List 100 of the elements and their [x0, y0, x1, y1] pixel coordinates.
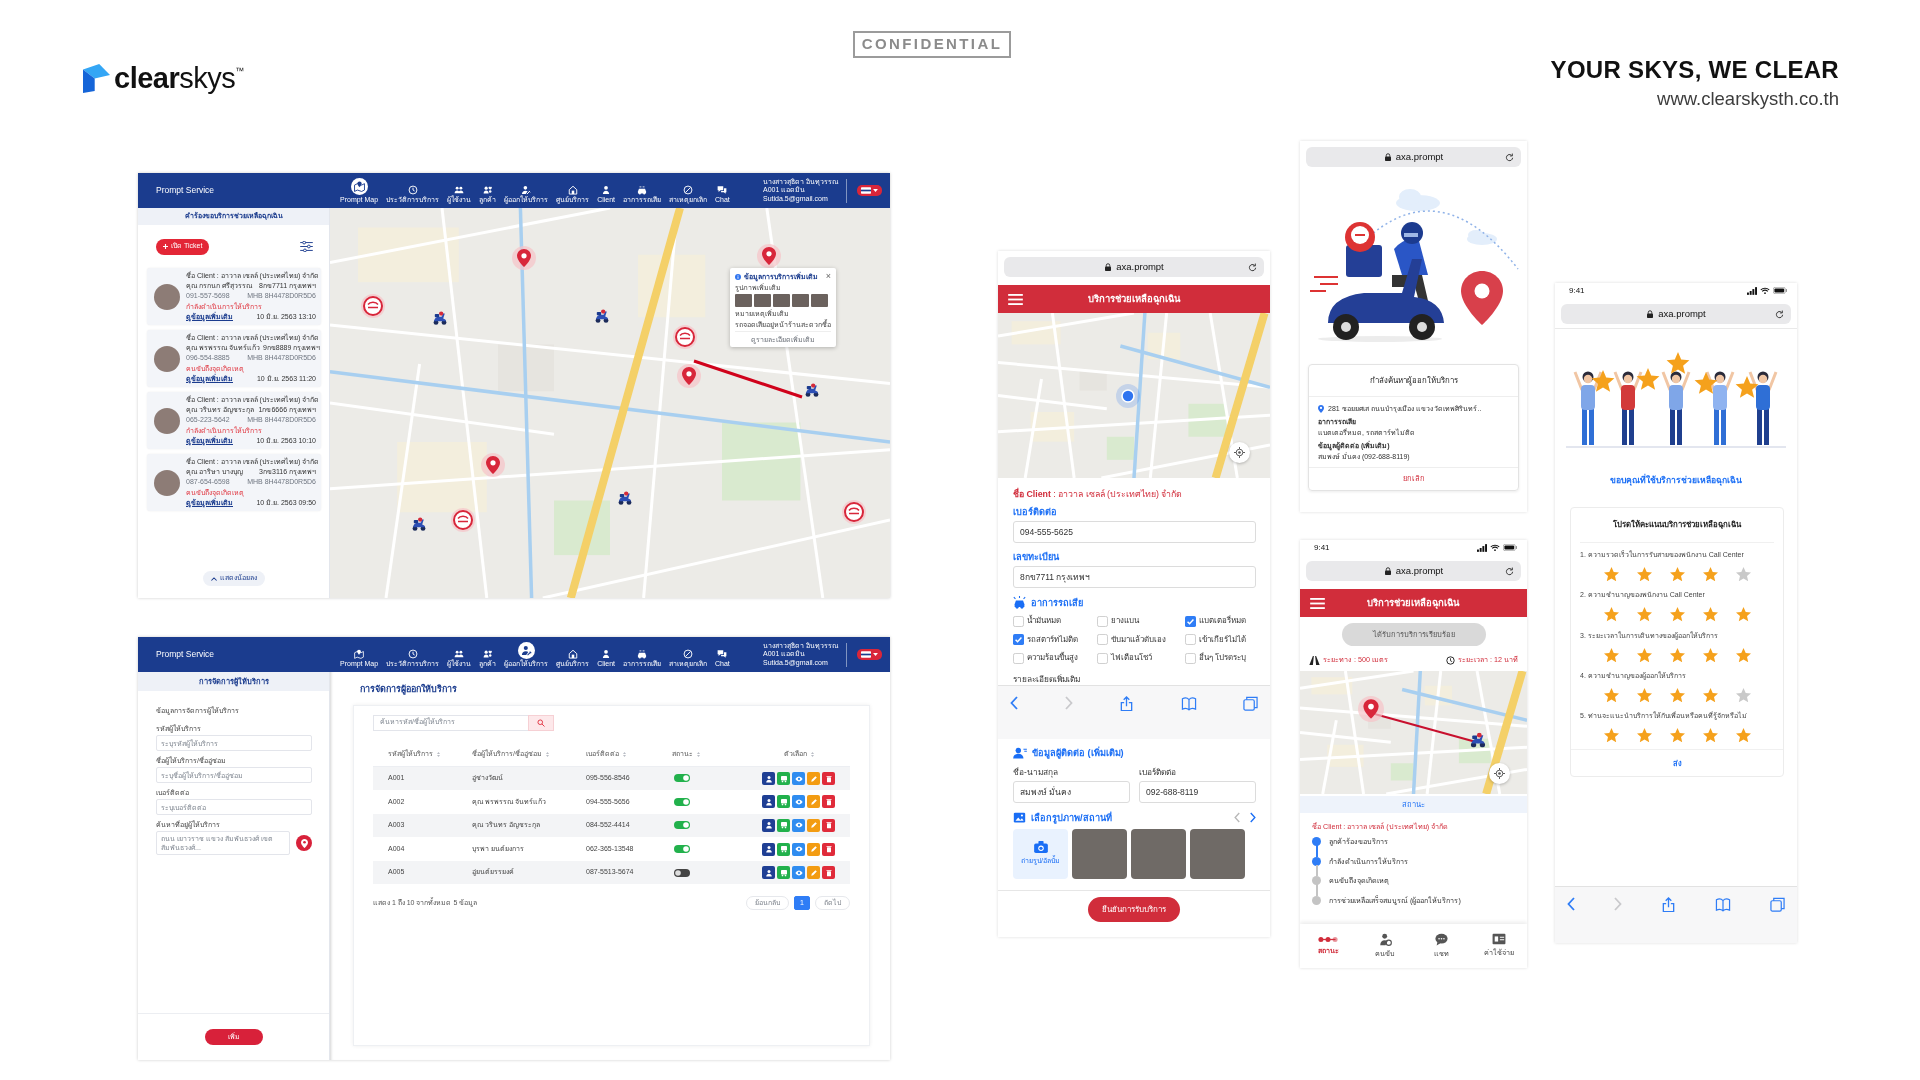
tabs-icon[interactable]: [1243, 696, 1258, 711]
star-icon[interactable]: [1636, 567, 1652, 582]
language-button[interactable]: [857, 185, 882, 196]
sort-icon[interactable]: [697, 751, 700, 757]
star-icon[interactable]: [1669, 607, 1685, 622]
toggle-switch[interactable]: [674, 868, 690, 877]
text-field[interactable]: สมพงษ์ มั่นคง: [1013, 781, 1130, 803]
star-icon[interactable]: [1735, 607, 1751, 622]
text-field[interactable]: 094-555-5625: [1013, 521, 1256, 543]
language-button[interactable]: [857, 649, 882, 660]
view-button[interactable]: [792, 795, 805, 809]
vehicle-icon: [779, 868, 788, 877]
edit-button[interactable]: [807, 866, 820, 880]
view-button[interactable]: [792, 842, 805, 856]
view-button[interactable]: [792, 772, 805, 786]
toggle-switch[interactable]: [674, 774, 690, 783]
star-icon[interactable]: [1702, 728, 1718, 743]
star-icon[interactable]: [1603, 567, 1619, 582]
close-button[interactable]: ×: [822, 272, 831, 281]
share-icon[interactable]: [1661, 897, 1676, 912]
star-icon[interactable]: [1735, 687, 1751, 703]
sort-icon[interactable]: [623, 751, 626, 757]
filter-icon[interactable]: [300, 241, 313, 252]
assign-button[interactable]: [762, 842, 775, 856]
view-button[interactable]: [792, 819, 805, 832]
info-icon: [735, 273, 741, 280]
delete-button[interactable]: [822, 819, 835, 832]
back-icon[interactable]: [1010, 696, 1018, 710]
star-icon[interactable]: [1735, 728, 1751, 743]
star-icon[interactable]: [1669, 647, 1685, 662]
star-icon[interactable]: [1603, 607, 1619, 622]
back-icon[interactable]: [1567, 897, 1575, 911]
bookmarks-icon[interactable]: [1715, 897, 1731, 912]
menu-icon[interactable]: [1008, 293, 1023, 305]
star-icon[interactable]: [1702, 607, 1718, 622]
edit-button[interactable]: [807, 819, 820, 832]
star-icon[interactable]: [1669, 567, 1685, 582]
tabs-icon[interactable]: [1770, 897, 1785, 912]
checkbox[interactable]: [1097, 652, 1108, 664]
edit-button[interactable]: [807, 772, 820, 786]
chevron-right-icon[interactable]: [1250, 812, 1256, 823]
toggle-switch[interactable]: [674, 797, 690, 806]
address-bar[interactable]: axa.prompt: [1004, 257, 1264, 277]
chevron-left-icon[interactable]: [1234, 812, 1240, 823]
star-icon[interactable]: [1636, 647, 1652, 662]
star-icon[interactable]: [1735, 647, 1751, 662]
checkbox[interactable]: [1013, 615, 1024, 627]
share-icon[interactable]: [1119, 696, 1134, 711]
reload-icon[interactable]: [1248, 262, 1257, 272]
menu-icon[interactable]: [1310, 597, 1325, 609]
checkbox[interactable]: [1185, 615, 1196, 627]
star-icon[interactable]: [1636, 607, 1652, 622]
star-icon[interactable]: [1735, 567, 1751, 582]
checkbox[interactable]: [1097, 634, 1108, 645]
reload-icon[interactable]: [1505, 152, 1514, 162]
search-button[interactable]: [528, 714, 554, 731]
sort-icon[interactable]: [810, 751, 814, 757]
assign-button[interactable]: [762, 819, 775, 832]
address-bar[interactable]: axa.prompt: [1306, 561, 1521, 581]
checkbox[interactable]: [1185, 652, 1196, 664]
star-icon[interactable]: [1636, 687, 1652, 703]
star-icon[interactable]: [1669, 687, 1685, 703]
sort-icon[interactable]: [545, 751, 549, 757]
reload-icon[interactable]: [1505, 566, 1514, 576]
delete-button[interactable]: [822, 866, 835, 880]
star-icon[interactable]: [1702, 567, 1718, 582]
view-button[interactable]: [792, 866, 805, 880]
assign-button[interactable]: [762, 795, 775, 809]
toggle-switch[interactable]: [674, 845, 690, 853]
star-icon[interactable]: [1702, 687, 1718, 703]
star-icon[interactable]: [1636, 728, 1652, 743]
star-icon[interactable]: [1603, 687, 1619, 703]
star-icon[interactable]: [1669, 728, 1685, 743]
forward-icon[interactable]: [1614, 897, 1622, 911]
delete-button[interactable]: [822, 795, 835, 809]
location-button[interactable]: [296, 835, 312, 851]
star-icon[interactable]: [1603, 647, 1619, 662]
confirm-button[interactable]: ยืนยันการรับบริการ: [1088, 897, 1180, 922]
forward-icon[interactable]: [1064, 696, 1073, 710]
address-bar[interactable]: axa.prompt: [1306, 147, 1521, 167]
toggle-switch[interactable]: [674, 821, 690, 830]
address-bar[interactable]: axa.prompt: [1561, 304, 1791, 324]
checkbox[interactable]: [1013, 634, 1024, 645]
text-field[interactable]: 092-688-8119: [1139, 781, 1256, 803]
sort-icon[interactable]: [437, 751, 440, 757]
star-icon[interactable]: [1702, 647, 1718, 662]
delete-button[interactable]: [822, 772, 835, 786]
text-field[interactable]: 8กข7711 กรุงเทพฯ: [1013, 566, 1256, 588]
edit-button[interactable]: [807, 842, 820, 856]
edit-button[interactable]: [807, 795, 820, 809]
delete-button[interactable]: [822, 842, 835, 856]
star-icon[interactable]: [1603, 728, 1619, 743]
checkbox[interactable]: [1013, 652, 1024, 664]
assign-button[interactable]: [762, 866, 775, 880]
bookmarks-icon[interactable]: [1180, 696, 1197, 711]
wifi-icon: [1760, 287, 1770, 294]
checkbox[interactable]: [1185, 634, 1196, 645]
assign-button[interactable]: [762, 772, 775, 786]
reload-icon[interactable]: [1775, 309, 1784, 319]
checkbox[interactable]: [1097, 615, 1108, 627]
